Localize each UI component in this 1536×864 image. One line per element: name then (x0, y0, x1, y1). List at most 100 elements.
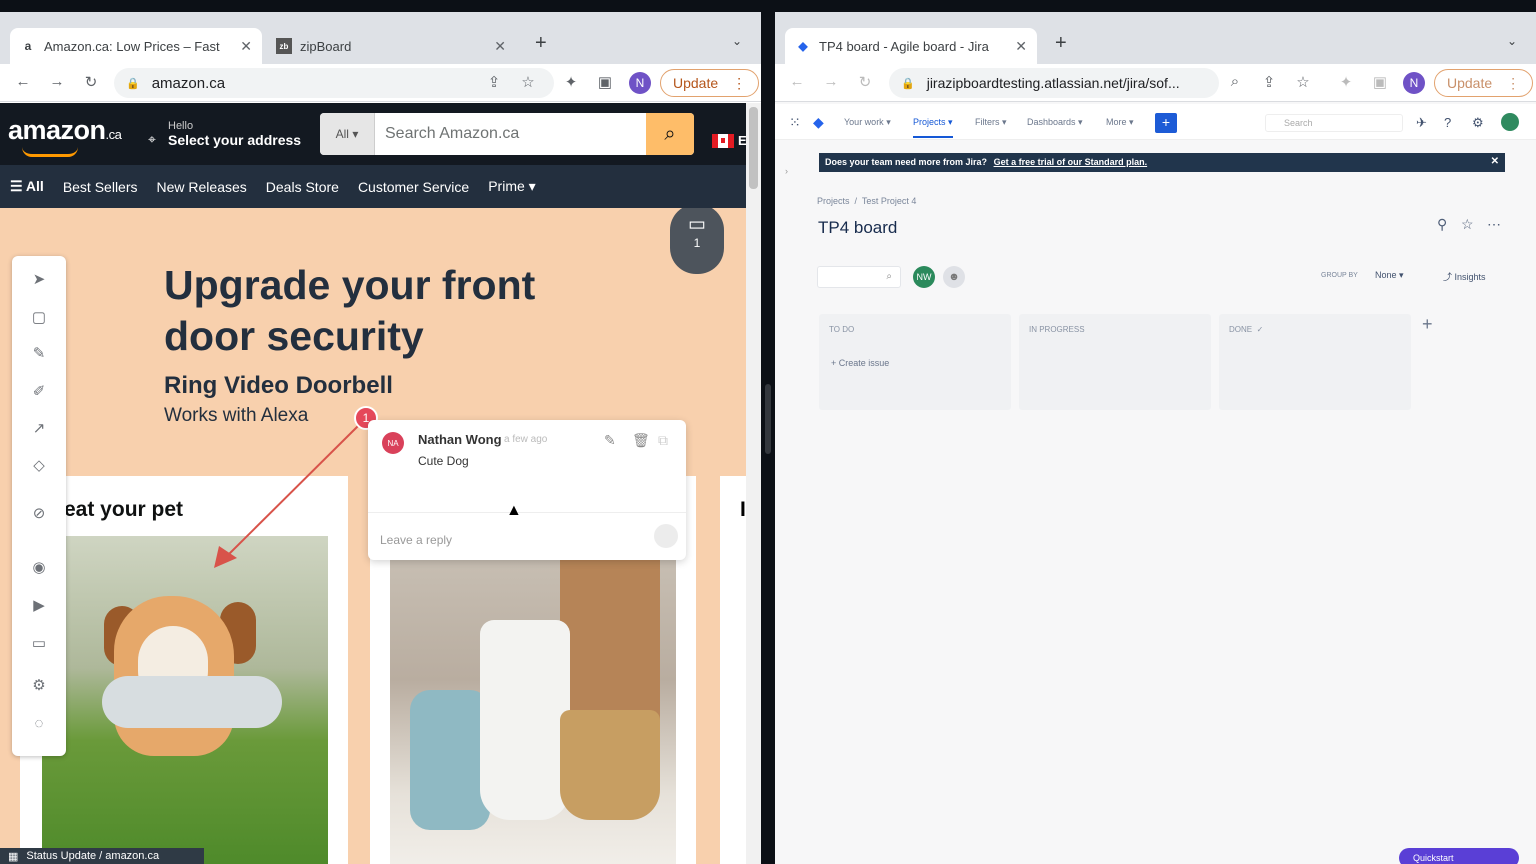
tab-zipboard[interactable]: zb zipBoard ✕ (266, 28, 516, 64)
back-icon[interactable]: ← (787, 73, 807, 90)
close-icon[interactable]: ✕ (240, 38, 252, 55)
insights-button[interactable]: ⤴ Insights (1443, 270, 1486, 283)
arrow-icon[interactable]: ↗ (29, 419, 49, 439)
reload-icon[interactable]: ↻ (81, 73, 101, 91)
zoom-icon[interactable]: ⌕ (1225, 73, 1245, 90)
canada-flag-icon[interactable] (712, 134, 734, 148)
search-category-select[interactable]: All ▾ (320, 113, 375, 155)
comments-count-bubble[interactable]: ▭ 1 (670, 208, 724, 274)
add-column-icon[interactable]: + (1422, 314, 1433, 335)
nav-best-sellers[interactable]: Best Sellers (63, 179, 138, 195)
create-issue-button[interactable]: + Create issue (831, 358, 889, 368)
sidebar-expand-icon[interactable]: › (785, 166, 788, 176)
board-search-input[interactable]: ⌕ (817, 266, 901, 288)
pointer-icon[interactable]: ➤ (29, 270, 49, 290)
video-icon[interactable]: ▶ (29, 596, 49, 616)
divider-handle[interactable] (765, 384, 771, 454)
rectangle-icon[interactable]: ▢ (29, 308, 49, 328)
star-icon[interactable]: ☆ (1293, 73, 1313, 91)
update-button[interactable]: Update ⋮ (1434, 69, 1534, 97)
scrollbar[interactable] (746, 103, 761, 864)
send-icon[interactable] (654, 524, 678, 548)
close-icon[interactable]: ✕ (1015, 38, 1027, 55)
nav-dashboards[interactable]: Dashboards ▾ (1027, 117, 1083, 128)
profile-avatar[interactable]: N (629, 72, 651, 94)
side-panel-icon[interactable]: ▣ (1370, 73, 1390, 91)
nav-deals-store[interactable]: Deals Store (266, 179, 339, 195)
pin-icon[interactable]: ⚲ (1437, 216, 1447, 233)
banner-link[interactable]: Get a free trial of our Standard plan. (994, 157, 1148, 167)
app-switcher-icon[interactable]: ⁙ (789, 114, 801, 131)
chat-icon[interactable]: ◌ (29, 714, 49, 734)
star-icon[interactable]: ☆ (518, 73, 538, 91)
reload-icon[interactable]: ↻ (855, 73, 875, 91)
gear-icon[interactable]: ⚙ (1472, 115, 1484, 131)
extensions-icon[interactable]: ✦ (1336, 73, 1356, 91)
new-tab-icon[interactable]: + (535, 32, 547, 55)
nav-filters[interactable]: Filters ▾ (975, 117, 1007, 128)
zipboard-toolbar: ➤ ▢ ✎ ✐ ↗ ◇ ⊘ ◉ ▶ ▭ ⚙ ◌ (12, 256, 66, 756)
eraser-icon[interactable]: ◇ (29, 456, 49, 476)
forward-icon[interactable]: → (821, 73, 841, 90)
nav-new-releases[interactable]: New Releases (157, 179, 247, 195)
trash-icon[interactable]: 🗑 (632, 432, 650, 449)
deliver-to[interactable]: Hello Select your address (168, 119, 301, 147)
split-divider[interactable] (761, 0, 775, 864)
lock-icon: 🔒 (901, 77, 915, 90)
create-button[interactable]: + (1155, 113, 1177, 133)
new-tab-icon[interactable]: + (1055, 32, 1067, 55)
copy-icon[interactable]: ⧉ (658, 432, 668, 449)
extensions-icon[interactable]: ✦ (561, 73, 581, 91)
comment-text: Cute Dog (418, 454, 469, 468)
deliver-hello: Hello (168, 120, 194, 132)
nav-more[interactable]: More ▾ (1106, 117, 1134, 128)
nav-customer-service[interactable]: Customer Service (358, 179, 469, 195)
profile-avatar[interactable]: N (1403, 72, 1425, 94)
nav-projects[interactable]: Projects ▾ (913, 117, 953, 138)
quickstart-button[interactable]: Quickstart (1399, 848, 1519, 864)
breadcrumb-project[interactable]: Test Project 4 (862, 196, 917, 206)
tab-amazon[interactable]: a Amazon.ca: Low Prices – Fast ✕ (10, 28, 262, 64)
search-input[interactable]: Search (1265, 114, 1403, 132)
star-icon[interactable]: ☆ (1461, 216, 1474, 233)
close-icon[interactable]: ✕ (1491, 156, 1499, 167)
scrollbar-thumb[interactable] (749, 107, 758, 189)
nav-all[interactable]: All (10, 178, 44, 195)
tab-title: Amazon.ca: Low Prices – Fast (44, 38, 220, 54)
forward-icon[interactable]: → (47, 73, 67, 90)
update-button[interactable]: Update ⋮ (660, 69, 760, 97)
side-panel-icon[interactable]: ▣ (595, 73, 615, 91)
settings-icon[interactable]: ⚙ (29, 676, 49, 696)
search-input[interactable]: Search Amazon.ca (375, 113, 646, 155)
nav-prime[interactable]: Prime ▾ (488, 178, 535, 195)
camera-icon[interactable]: ◉ (29, 558, 49, 578)
share-icon[interactable]: ⇪ (484, 73, 504, 91)
help-icon[interactable]: ? (1444, 115, 1451, 130)
hide-icon[interactable]: ⊘ (29, 504, 49, 524)
address-bar[interactable]: 🔒 jirazipboardtesting.atlassian.net/jira… (889, 68, 1219, 98)
pencil-icon[interactable]: ✎ (29, 344, 49, 364)
jira-logo-icon[interactable]: ◆ (813, 114, 824, 131)
highlighter-icon[interactable]: ✐ (29, 382, 49, 402)
share-icon[interactable]: ⇪ (1259, 73, 1279, 91)
more-icon[interactable]: ⋯ (1487, 216, 1501, 233)
breadcrumb-projects[interactable]: Projects (817, 196, 850, 206)
chevron-down-icon[interactable]: ⌄ (1507, 34, 1517, 48)
nav-your-work[interactable]: Your work ▾ (844, 117, 891, 128)
menu-icon[interactable]: ⋮ (1506, 75, 1520, 92)
search-icon[interactable]: ⌕ (646, 113, 694, 155)
back-icon[interactable]: ← (13, 73, 33, 90)
group-by-select[interactable]: None ▾ (1375, 270, 1404, 281)
avatar[interactable]: NW (913, 266, 935, 288)
chevron-down-icon[interactable]: ⌄ (732, 34, 742, 48)
tab-jira[interactable]: ◆ TP4 board - Agile board - Jira ✕ (785, 28, 1037, 64)
menu-icon[interactable]: ⋮ (732, 75, 746, 92)
avatar[interactable] (1501, 113, 1519, 131)
edit-icon[interactable]: ✎ (604, 432, 616, 449)
device-icon[interactable]: ▭ (29, 634, 49, 654)
amazon-logo[interactable]: amazon.ca (8, 115, 122, 146)
reply-input[interactable]: Leave a reply (368, 512, 686, 560)
notifications-icon[interactable]: ✈ (1416, 115, 1427, 131)
close-icon[interactable]: ✕ (494, 38, 506, 55)
add-people-icon[interactable]: ☻ (943, 266, 965, 288)
